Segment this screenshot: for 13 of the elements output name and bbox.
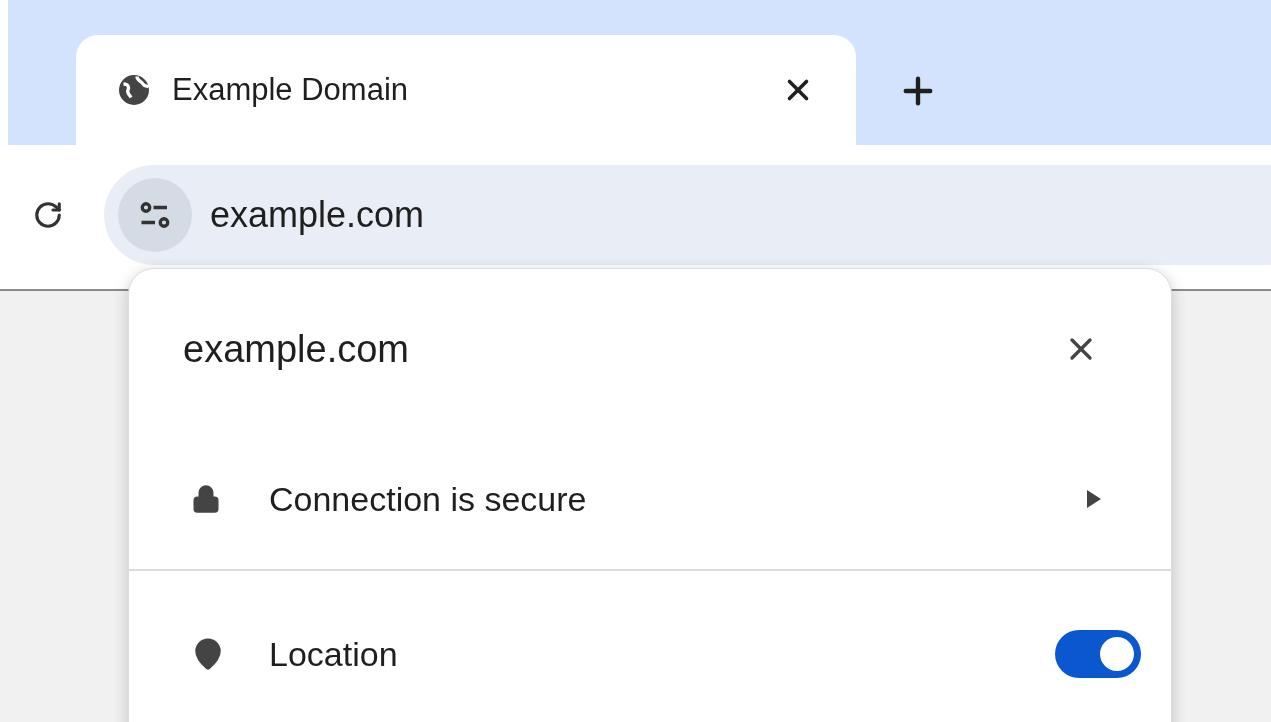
popup-title: example.com — [183, 326, 409, 372]
reload-icon — [33, 200, 63, 230]
site-settings-button[interactable] — [118, 178, 192, 252]
row-label[interactable]: Connection is secure — [269, 473, 1087, 525]
toggle-switch[interactable] — [1055, 630, 1141, 678]
globe-icon — [116, 72, 152, 108]
browser-tab[interactable]: Example Domain — [76, 35, 856, 145]
lock-icon — [191, 484, 221, 514]
url-text: example.com — [210, 193, 425, 237]
row-label: Location — [269, 633, 399, 675]
tab-title: Example Domain — [172, 70, 410, 109]
arrow-right-icon[interactable] — [1087, 490, 1101, 508]
address-bar[interactable]: example.com — [104, 165, 1271, 265]
